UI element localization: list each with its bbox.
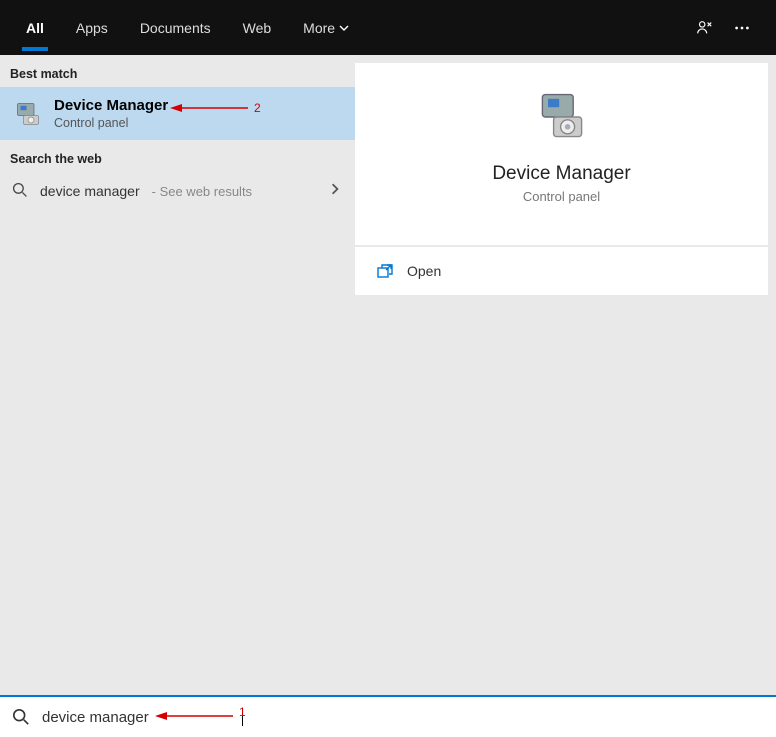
detail-card: Device Manager Control panel (355, 63, 768, 245)
best-match-title: Device Manager (54, 97, 168, 114)
tab-more[interactable]: More (287, 0, 365, 55)
tab-all[interactable]: All (10, 0, 60, 55)
web-result-device-manager[interactable]: device manager - See web results (0, 172, 355, 210)
feedback-icon[interactable] (694, 18, 714, 38)
search-header: All Apps Documents Web More (0, 0, 776, 55)
open-icon (377, 263, 393, 279)
open-label: Open (407, 263, 441, 279)
best-match-device-manager[interactable]: Device Manager Control panel 2 (0, 87, 355, 140)
device-manager-large-icon (534, 89, 590, 145)
header-tabs: All Apps Documents Web More (10, 0, 365, 55)
annotation-arrow-1: 1 (155, 709, 246, 723)
detail-title: Device Manager (492, 163, 630, 185)
tab-more-label: More (303, 20, 335, 36)
search-bar[interactable]: 1 (0, 695, 776, 737)
search-icon (12, 182, 30, 200)
tab-documents[interactable]: Documents (124, 0, 227, 55)
detail-pane: Device Manager Control panel Open (355, 55, 776, 695)
tab-web[interactable]: Web (227, 0, 288, 55)
tab-apps[interactable]: Apps (60, 0, 124, 55)
more-options-icon[interactable] (732, 18, 752, 38)
search-web-label: Search the web (0, 140, 355, 172)
annotation-number-1: 1 (239, 705, 246, 719)
detail-subtitle: Control panel (523, 189, 600, 204)
annotation-number-2: 2 (254, 101, 261, 115)
search-icon (12, 708, 30, 726)
chevron-down-icon (339, 20, 349, 36)
device-manager-icon (12, 98, 44, 130)
web-result-query: device manager (40, 183, 140, 199)
best-match-label: Best match (0, 55, 355, 87)
annotation-arrow-2: 2 (170, 101, 261, 115)
action-open[interactable]: Open (355, 247, 768, 295)
chevron-right-icon (329, 182, 341, 200)
web-result-suffix: - See web results (152, 184, 252, 199)
best-match-subtitle: Control panel (54, 116, 168, 130)
results-pane: Best match Device Manager Control panel (0, 55, 355, 695)
